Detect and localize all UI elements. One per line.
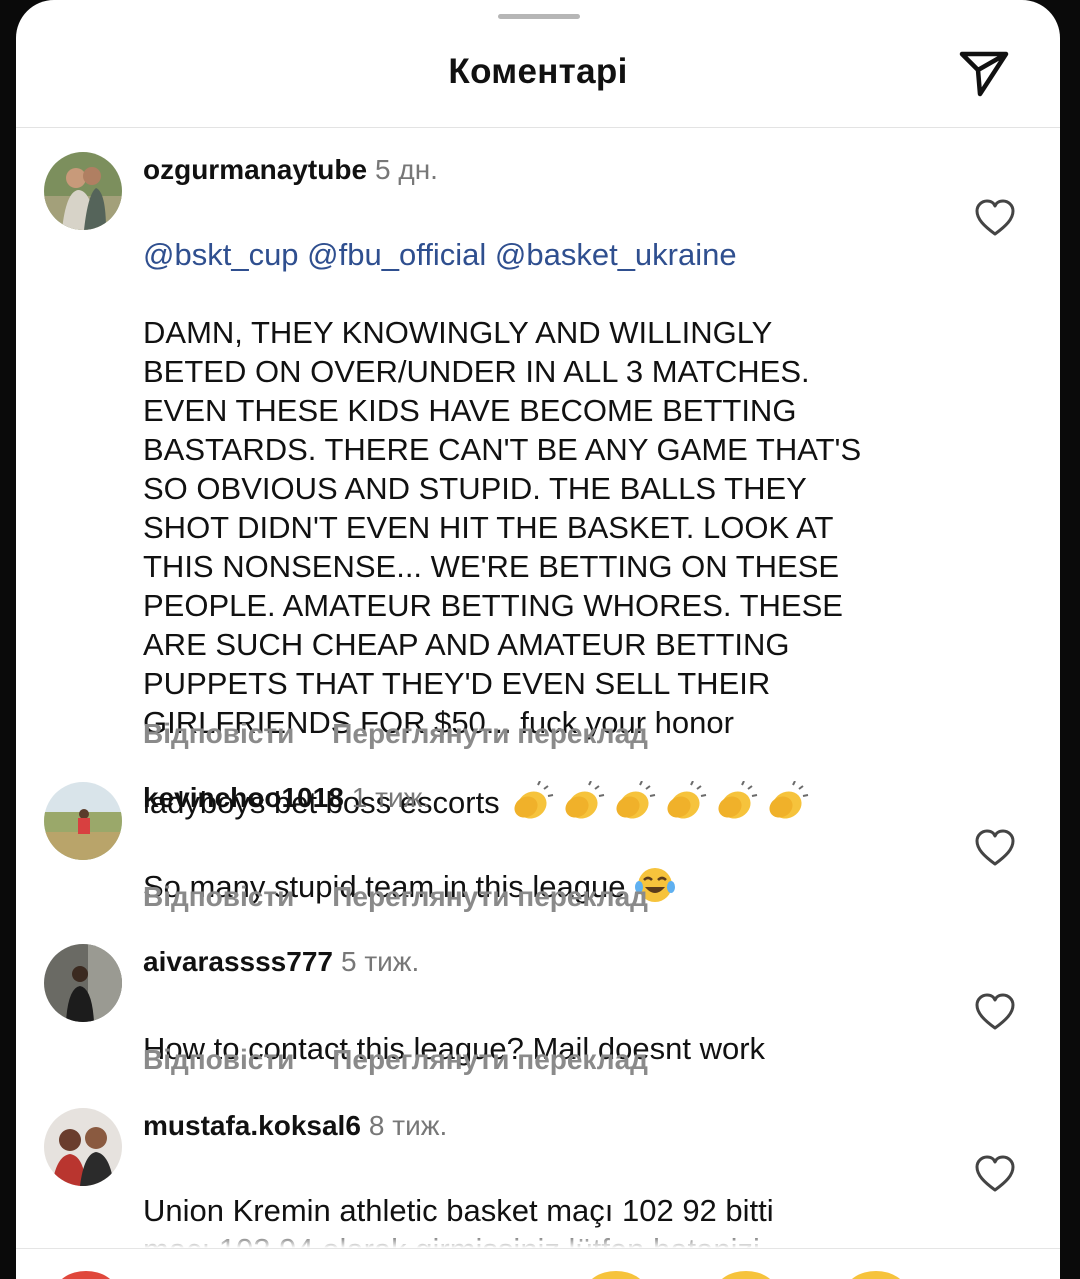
- page-title: Коментарі: [448, 52, 628, 91]
- heart-outline-icon[interactable]: [974, 992, 1016, 1032]
- username[interactable]: aivarassss777: [143, 946, 333, 977]
- heart-outline-icon[interactable]: [974, 828, 1016, 868]
- avatar[interactable]: [44, 782, 122, 860]
- reply-button[interactable]: Відповісти: [143, 1044, 294, 1075]
- comments-sheet: Коментарі ozgurmanaytube 5 дн. @bskt_cup …: [16, 0, 1060, 1279]
- timestamp: 8 тиж.: [368, 1110, 448, 1141]
- heart-outline-icon[interactable]: [974, 198, 1016, 238]
- comment-meta: mustafa.koksal6 8 тиж.: [143, 1110, 447, 1142]
- send-icon[interactable]: [956, 44, 1012, 100]
- comment-actions: Відповісти Переглянути переклад: [143, 718, 648, 750]
- timestamp: 1 тиж.: [351, 782, 431, 813]
- reaction-emoji[interactable]: [716, 1271, 776, 1279]
- comment-actions: Відповісти Переглянути переклад: [143, 881, 648, 913]
- avatar[interactable]: [44, 1108, 122, 1186]
- sheet-drag-handle[interactable]: [498, 14, 580, 19]
- username[interactable]: ozgurmanaytube: [143, 154, 367, 185]
- mention-links[interactable]: @bskt_cup @fbu_official @basket_ukraine: [143, 235, 943, 274]
- reaction-emoji[interactable]: [56, 1271, 116, 1279]
- comment-meta: kevinchoo1018 1 тиж.: [143, 782, 430, 814]
- see-translation-button[interactable]: Переглянути переклад: [332, 718, 648, 749]
- comment-meta: ozgurmanaytube 5 дн.: [143, 154, 438, 186]
- reaction-emoji[interactable]: [846, 1271, 906, 1279]
- username[interactable]: mustafa.koksal6: [143, 1110, 361, 1141]
- comment-meta: aivarassss777 5 тиж.: [143, 946, 419, 978]
- comment-actions: Відповісти Переглянути переклад: [143, 1044, 648, 1076]
- timestamp: 5 дн.: [375, 154, 438, 185]
- header-divider: [16, 127, 1060, 128]
- clapping-hands-emoji: [508, 742, 814, 830]
- see-translation-button[interactable]: Переглянути переклад: [332, 881, 648, 912]
- heart-outline-icon[interactable]: [974, 1154, 1016, 1194]
- reply-button[interactable]: Відповісти: [143, 881, 294, 912]
- reply-button[interactable]: Відповісти: [143, 718, 294, 749]
- quick-reactions-bar: [16, 1248, 1060, 1279]
- timestamp: 5 тиж.: [340, 946, 420, 977]
- reaction-emoji[interactable]: [586, 1271, 646, 1279]
- see-translation-button[interactable]: Переглянути переклад: [332, 1044, 648, 1075]
- scroll-fade: [16, 1228, 1060, 1248]
- username[interactable]: kevinchoo1018: [143, 782, 344, 813]
- avatar[interactable]: [44, 944, 122, 1022]
- avatar[interactable]: [44, 152, 122, 230]
